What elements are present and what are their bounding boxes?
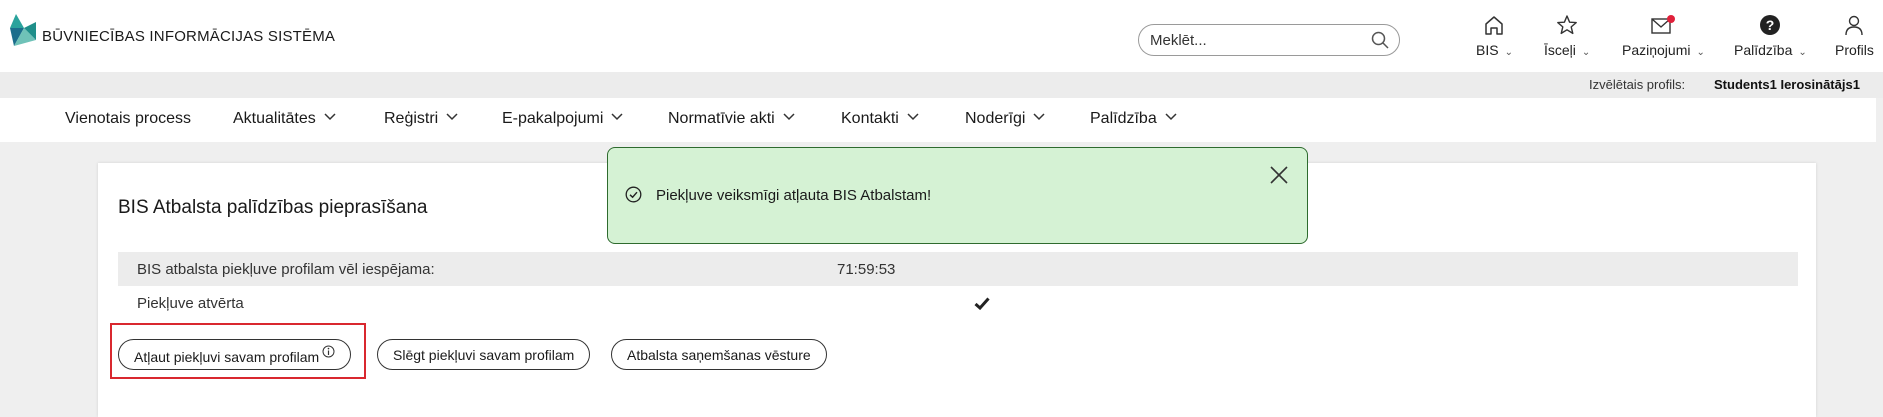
info-row-access-time: BIS atbalsta piekļuve profilam vēl iespē… <box>118 252 1798 286</box>
main-menu: Vienotais process Aktualitātes Reģistri … <box>0 98 1876 142</box>
allow-access-button[interactable]: Atļaut piekļuvi savam profilam <box>118 339 352 370</box>
menu-item-label: E-pakalpojumi <box>502 110 604 127</box>
help-icon: ? <box>1760 15 1781 35</box>
selected-profile-label: Izvēlētais profils: <box>1589 77 1686 92</box>
menu-item-label: Palīdzība <box>1090 110 1157 127</box>
search-icon[interactable] <box>1371 31 1389 49</box>
access-time-value: 71:59:53 <box>837 261 896 278</box>
menu-item-label: Normatīvie akti <box>668 110 775 127</box>
toast-message: Piekļuve veiksmīgi atļauta BIS Atbalstam… <box>656 187 932 204</box>
chevron-down-icon <box>907 113 919 121</box>
notification-dot <box>1667 15 1676 23</box>
chevron-down-icon <box>1033 113 1046 121</box>
chevron-down-icon <box>783 113 795 121</box>
support-history-label: Atbalsta saņemšanas vēsture <box>627 346 811 363</box>
access-time-label: BIS atbalsta piekļuve profilam vēl iespē… <box>137 261 435 278</box>
info-row-access-open: Piekļuve atvērta <box>118 286 1798 320</box>
nav-shortcuts-label: Īsceļi <box>1544 42 1576 58</box>
mail-icon <box>1651 15 1676 34</box>
menu-item-regulations[interactable]: Normatīvie akti <box>668 110 795 128</box>
menu-item-label: Vienotais process <box>65 110 191 127</box>
nav-notifications-label: Paziņojumi <box>1622 42 1691 58</box>
support-history-button[interactable]: Atbalsta saņemšanas vēsture <box>611 339 827 370</box>
menu-item-news[interactable]: Aktualitātes <box>233 110 336 128</box>
menu-item-label: Noderīgi <box>965 110 1026 127</box>
menu-item-contacts[interactable]: Kontakti <box>841 110 919 128</box>
chevron-down-icon <box>1165 113 1177 121</box>
close-access-label: Slēgt piekļuvi savam profilam <box>393 346 575 363</box>
nav-notifications[interactable]: Paziņojumi ⌄ <box>1622 14 1705 60</box>
user-icon <box>1845 15 1864 36</box>
chevron-down-icon <box>324 113 336 121</box>
nav-bis-label: BIS <box>1476 42 1499 58</box>
menu-item-help[interactable]: Palīdzība <box>1090 110 1177 128</box>
menu-item-registers[interactable]: Reģistri <box>384 110 458 128</box>
check-circle-icon <box>625 186 642 203</box>
logo-text: BŪVNIECĪBAS INFORMĀCIJAS SISTĒMA <box>42 28 336 45</box>
allow-access-label: Atļaut piekļuvi savam profilam <box>134 348 320 365</box>
menu-item-useful[interactable]: Noderīgi <box>965 110 1046 128</box>
nav-profile[interactable]: Profils <box>1835 14 1874 60</box>
chevron-down-icon: ⌄ <box>1504 47 1513 58</box>
profile-strip: Izvēlētais profils: Students1 Ierosinātā… <box>0 72 1883 98</box>
nav-shortcuts[interactable]: Īsceļi ⌄ <box>1544 14 1590 60</box>
chevron-down-icon: ⌄ <box>1696 47 1705 58</box>
nav-profile-label: Profils <box>1835 42 1874 58</box>
check-icon <box>974 297 990 310</box>
logo-icon <box>10 14 36 46</box>
top-header: BŪVNIECĪBAS INFORMĀCIJAS SISTĒMA BIS ⌄ Īs… <box>0 0 1883 72</box>
close-icon[interactable] <box>1269 165 1289 185</box>
success-toast: Piekļuve veiksmīgi atļauta BIS Atbalstam… <box>607 147 1308 244</box>
chevron-down-icon <box>446 113 458 121</box>
page-title: BIS Atbalsta palīdzības pieprasīšana <box>118 197 428 218</box>
nav-bis[interactable]: BIS ⌄ <box>1476 14 1513 60</box>
menu-item-eservices[interactable]: E-pakalpojumi <box>502 110 623 128</box>
close-access-button[interactable]: Slēgt piekļuvi savam profilam <box>377 339 591 370</box>
selected-profile-value[interactable]: Students1 Ierosinātājs1 <box>1714 77 1860 92</box>
bis-logo[interactable]: BŪVNIECĪBAS INFORMĀCIJAS SISTĒMA <box>10 14 335 48</box>
chevron-down-icon <box>611 113 623 121</box>
nav-help[interactable]: ? Palīdzība ⌄ <box>1734 14 1807 60</box>
search-box[interactable] <box>1138 24 1400 56</box>
home-icon <box>1485 16 1504 35</box>
star-icon <box>1557 15 1578 35</box>
menu-item-process[interactable]: Vienotais process <box>65 110 191 128</box>
menu-item-label: Aktualitātes <box>233 110 316 127</box>
menu-item-label: Reģistri <box>384 110 439 127</box>
nav-help-label: Palīdzība <box>1734 42 1793 58</box>
chevron-down-icon: ⌄ <box>1581 47 1591 58</box>
svg-text:?: ? <box>1766 17 1775 33</box>
menu-item-label: Kontakti <box>841 110 899 127</box>
access-open-label: Piekļuve atvērta <box>137 295 244 312</box>
search-input[interactable] <box>1150 30 1360 50</box>
info-icon[interactable] <box>322 345 335 358</box>
chevron-down-icon: ⌄ <box>1798 47 1807 58</box>
